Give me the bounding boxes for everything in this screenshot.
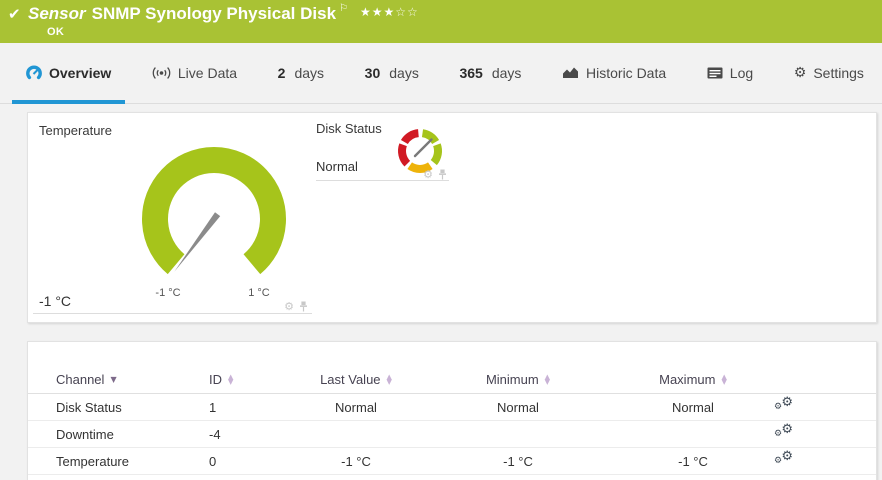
channel-name: Disk Status <box>56 400 209 415</box>
tab-live-data[interactable]: Live Data <box>138 43 251 104</box>
overview-gauges-panel: Temperature -1 °C 1 °C -1 °C ⚙ Disk Stat… <box>27 112 877 323</box>
channel-name: Downtime <box>56 427 209 442</box>
channel-settings-icon[interactable]: ⚙⚙ <box>774 424 794 442</box>
channel-id: 1 <box>209 400 294 415</box>
channel-table: Channel ▼ ID ▲▼ Last Value ▲▼ Minimum ▲▼… <box>28 342 876 475</box>
disk-status-gauge-cell[interactable]: Disk Status Normal ⚙ <box>316 121 449 181</box>
tab-30-days[interactable]: 30 days <box>351 43 433 104</box>
column-header-last-value[interactable]: Last Value ▲▼ <box>320 372 392 387</box>
sort-idle-icon: ▲▼ <box>545 375 550 385</box>
pin-icon[interactable] <box>438 169 447 180</box>
maximum-value: -1 °C <box>618 454 768 469</box>
column-header-id[interactable]: ID ▲▼ <box>209 372 233 387</box>
sort-desc-icon: ▼ <box>110 376 116 384</box>
live-data-icon <box>152 66 171 80</box>
sensor-page: ✔ Sensor SNMP Synology Physical Disk⚐ ★★★☆… <box>0 0 882 480</box>
settings-gear-icon: ⚙ <box>794 66 807 80</box>
pin-icon[interactable] <box>299 301 308 312</box>
temperature-current-value: -1 °C <box>39 293 71 309</box>
temperature-gauge-cell[interactable]: Temperature -1 °C 1 °C -1 °C ⚙ <box>33 121 312 314</box>
table-row-downtime[interactable]: Downtime -4 ⚙⚙ <box>28 421 876 448</box>
gear-icon[interactable]: ⚙ <box>284 301 294 312</box>
sensor-title: SNMP Synology Physical Disk <box>92 4 336 23</box>
disk-status-gauge <box>396 127 444 175</box>
sort-idle-icon: ▲▼ <box>721 375 726 385</box>
tab-settings[interactable]: ⚙ Settings <box>780 43 878 104</box>
tab-historic-data[interactable]: Historic Data <box>548 43 680 104</box>
temperature-title: Temperature <box>39 123 112 138</box>
priority-flag-icon[interactable]: ⚐ <box>339 3 348 14</box>
column-header-maximum[interactable]: Maximum ▲▼ <box>659 372 727 387</box>
minimum-value: Normal <box>418 400 618 415</box>
gauge-icon <box>26 65 42 81</box>
tab-log[interactable]: Log <box>693 43 767 104</box>
column-header-channel[interactable]: Channel ▼ <box>56 372 117 387</box>
gear-icon[interactable]: ⚙ <box>423 169 433 180</box>
tab-overview[interactable]: Overview <box>12 43 125 104</box>
historic-data-icon <box>562 66 579 80</box>
sort-idle-icon: ▲▼ <box>387 375 392 385</box>
ok-check-icon: ✔ <box>8 5 21 23</box>
disk-status-title: Disk Status <box>316 121 382 136</box>
table-row-disk-status[interactable]: Disk Status 1 Normal Normal Normal ⚙⚙ <box>28 394 876 421</box>
tab-label: Live Data <box>178 65 237 81</box>
channel-name: Temperature <box>56 454 209 469</box>
log-icon <box>707 67 723 79</box>
star-rating[interactable]: ★★★☆☆ <box>360 5 419 19</box>
sort-idle-icon: ▲▼ <box>228 375 233 385</box>
channel-id: 0 <box>209 454 294 469</box>
tab-bar: Overview Live Data 2 days 30 days 365 da… <box>0 43 882 104</box>
column-header-minimum[interactable]: Minimum ▲▼ <box>486 372 550 387</box>
last-value: -1 °C <box>294 454 418 469</box>
gauge-max-label: 1 °C <box>229 287 289 299</box>
minimum-value: -1 °C <box>418 454 618 469</box>
channel-table-panel: Channel ▼ ID ▲▼ Last Value ▲▼ Minimum ▲▼… <box>27 341 877 480</box>
table-row-temperature[interactable]: Temperature 0 -1 °C -1 °C -1 °C ⚙⚙ <box>28 448 876 475</box>
tab-label: Log <box>730 65 753 81</box>
gauge-tools: ⚙ <box>284 301 308 312</box>
temperature-gauge <box>134 143 294 303</box>
tab-2-days[interactable]: 2 days <box>264 43 338 104</box>
channel-id: -4 <box>209 427 294 442</box>
tab-label: Settings <box>813 65 864 81</box>
sensor-type-label: Sensor <box>28 4 86 23</box>
sensor-title-line: Sensor SNMP Synology Physical Disk⚐ ★★★☆☆ <box>28 3 419 24</box>
table-header-row: Channel ▼ ID ▲▼ Last Value ▲▼ Minimum ▲▼… <box>28 366 876 394</box>
tab-label: Overview <box>49 65 111 81</box>
sensor-header: ✔ Sensor SNMP Synology Physical Disk⚐ ★★★☆… <box>0 0 882 43</box>
tab-365-days[interactable]: 365 days <box>445 43 535 104</box>
gauge-min-label: -1 °C <box>138 287 198 299</box>
gauge-tools: ⚙ <box>423 169 447 180</box>
disk-status-value: Normal <box>316 159 358 174</box>
tab-label: Historic Data <box>586 65 666 81</box>
last-value: Normal <box>294 400 418 415</box>
status-badge: OK <box>47 26 64 38</box>
channel-settings-icon[interactable]: ⚙⚙ <box>774 451 794 469</box>
maximum-value: Normal <box>618 400 768 415</box>
channel-settings-icon[interactable]: ⚙⚙ <box>774 397 794 415</box>
